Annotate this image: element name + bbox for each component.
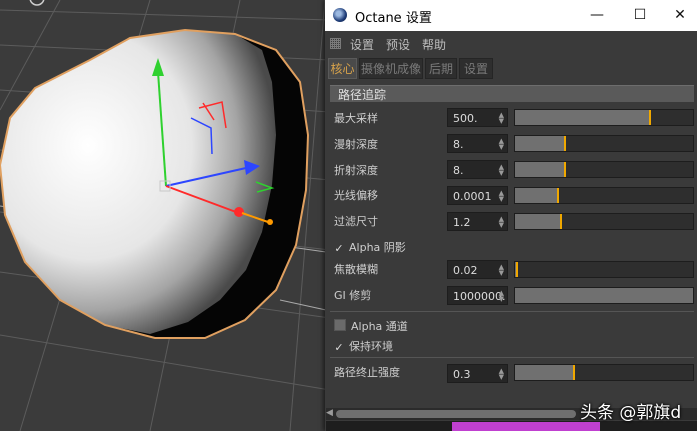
spinner-icon[interactable]: ▲ ▼ xyxy=(499,264,504,277)
path-termination-slider[interactable] xyxy=(514,364,694,381)
tab-bar: 核心 摄像机成像 后期 设置 xyxy=(328,58,694,79)
checkbox-icon[interactable]: ✓ xyxy=(334,243,344,254)
max-samples-value: 500. xyxy=(453,112,478,125)
window-title: Octane 设置 xyxy=(355,11,432,26)
diffuse-depth-label: 漫射深度 xyxy=(334,138,378,151)
path-termination-value: 0.3 xyxy=(453,368,471,381)
alpha-channel-checkbox[interactable]: Alpha 通道 xyxy=(334,318,408,334)
specular-depth-slider[interactable] xyxy=(514,161,694,178)
watermark-text: 头条 @郭旗d xyxy=(580,403,682,423)
filter-size-input[interactable]: 1.2 ▲ ▼ xyxy=(447,212,508,231)
max-samples-slider[interactable] xyxy=(514,109,694,126)
tab-post[interactable]: 后期 xyxy=(425,58,457,79)
path-termination-input[interactable]: 0.3 ▲ ▼ xyxy=(447,364,508,383)
max-samples-label: 最大采样 xyxy=(334,112,378,125)
dof-blur-value: 0.02 xyxy=(453,264,478,277)
ray-epsilon-value: 0.0001 xyxy=(453,190,492,203)
dof-blur-label: 焦散模糊 xyxy=(334,263,378,276)
menu-grip-icon[interactable] xyxy=(330,38,341,49)
tab-settings[interactable]: 设置 xyxy=(459,58,493,79)
dof-blur-input[interactable]: 0.02 ▲ ▼ xyxy=(447,260,508,279)
checkbox-icon[interactable] xyxy=(334,319,346,331)
minimize-button[interactable]: — xyxy=(577,0,617,31)
maximize-button[interactable]: ☐ xyxy=(620,0,660,31)
alpha-shadow-label: Alpha 阴影 xyxy=(349,241,406,254)
specular-depth-input[interactable]: 8. ▲ ▼ xyxy=(447,160,508,179)
timeline-range-bar[interactable] xyxy=(452,422,600,431)
spinner-icon[interactable]: ▲ ▼ xyxy=(499,368,504,381)
menu-bar: 设置 预设 帮助 xyxy=(325,31,697,55)
diffuse-depth-input[interactable]: 8. ▲ ▼ xyxy=(447,134,508,153)
gi-clamp-label: GI 修剪 xyxy=(334,289,372,302)
close-button[interactable]: ✕ xyxy=(660,0,697,31)
alpha-shadow-checkbox[interactable]: ✓ Alpha 阴影 xyxy=(334,239,406,255)
spinner-icon[interactable]: ▲ ▼ xyxy=(499,216,504,229)
spinner-icon[interactable]: ▲ ▼ xyxy=(499,190,504,203)
octane-logo-icon xyxy=(333,8,347,22)
section-divider xyxy=(330,357,694,358)
spinner-icon[interactable]: ▲ ▼ xyxy=(499,138,504,151)
menu-item-presets[interactable]: 预设 xyxy=(386,36,410,53)
x-axis-endpoint-icon[interactable] xyxy=(267,219,273,225)
scrollbar-thumb[interactable] xyxy=(336,410,576,418)
window-titlebar[interactable]: Octane 设置 — ☐ ✕ xyxy=(325,0,697,31)
tab-core[interactable]: 核心 xyxy=(328,58,357,79)
specular-depth-label: 折射深度 xyxy=(334,164,378,177)
ray-epsilon-input[interactable]: 0.0001 ▲ ▼ xyxy=(447,186,508,205)
specular-depth-value: 8. xyxy=(453,164,464,177)
filter-size-slider[interactable] xyxy=(514,213,694,230)
section-title: 路径追踪 xyxy=(338,88,387,102)
path-termination-label: 路径终止强度 xyxy=(334,366,400,379)
x-axis-knob-icon[interactable] xyxy=(234,207,244,217)
section-divider xyxy=(330,311,694,312)
scroll-left-icon[interactable]: ◀ xyxy=(326,408,333,418)
spinner-icon[interactable]: ▲ ▼ xyxy=(499,164,504,177)
diffuse-depth-value: 8. xyxy=(453,138,464,151)
checkbox-icon[interactable]: ✓ xyxy=(334,342,344,353)
diffuse-depth-slider[interactable] xyxy=(514,135,694,152)
menu-item-settings[interactable]: 设置 xyxy=(350,36,374,53)
tab-camera-imager[interactable]: 摄像机成像 xyxy=(359,58,423,79)
alpha-channel-label: Alpha 通道 xyxy=(351,320,408,333)
keep-environment-label: 保持环境 xyxy=(349,340,393,353)
spinner-icon[interactable]: ▲ ▼ xyxy=(499,290,504,303)
spinner-icon[interactable]: ▲ ▼ xyxy=(499,112,504,125)
section-header[interactable]: 路径追踪 xyxy=(330,85,694,102)
gi-clamp-slider[interactable] xyxy=(514,287,694,304)
filter-size-value: 1.2 xyxy=(453,216,471,229)
keep-environment-checkbox[interactable]: ✓ 保持环境 xyxy=(334,338,393,354)
gi-clamp-input[interactable]: 1000000. ▲ ▼ xyxy=(447,286,508,305)
max-samples-input[interactable]: 500. ▲ ▼ xyxy=(447,108,508,127)
menu-item-help[interactable]: 帮助 xyxy=(422,36,446,53)
ray-epsilon-label: 光线偏移 xyxy=(334,189,378,202)
ray-epsilon-slider[interactable] xyxy=(514,187,694,204)
dof-blur-slider[interactable] xyxy=(514,261,694,278)
filter-size-label: 过滤尺寸 xyxy=(334,215,378,228)
